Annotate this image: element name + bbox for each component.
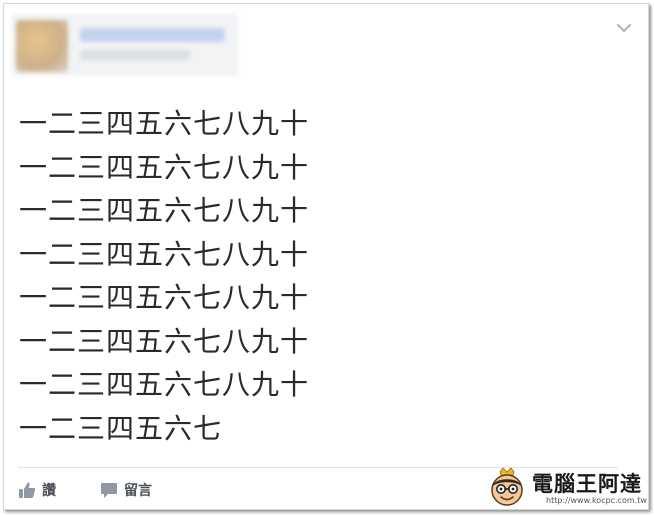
post-text-line: 一二三四五六七八九十: [19, 237, 310, 271]
post-text-line: 一二三四五六七八九十: [19, 368, 310, 401]
comment-bubble-icon: [100, 481, 118, 499]
avatar[interactable]: [16, 20, 68, 72]
like-button[interactable]: 讚: [18, 480, 56, 500]
post-header-blurred: [12, 14, 238, 76]
mascot-icon: [491, 467, 523, 506]
thumbs-up-icon: [18, 481, 36, 499]
post-text-line: 一二三四五六七八九十: [19, 281, 310, 314]
post-card: 一二三四五六七八九十 一二三四五六七八九十 一二三四五六七八九十 一二三四五六七…: [3, 3, 649, 510]
post-text-line: 一二三四五六七八九十: [19, 150, 310, 184]
post-text-line: 一二三四五六七八九十: [19, 194, 310, 227]
chevron-down-icon[interactable]: [614, 20, 634, 36]
action-bar: 讚 留言: [18, 476, 196, 504]
author-name[interactable]: [80, 28, 225, 42]
post-text-line: 一二三四五六七八九十: [19, 107, 310, 140]
post-text-line: 一二三四五六七八九十: [19, 324, 310, 358]
post-text: 一二三四五六七八九十 一二三四五六七八九十 一二三四五六七八九十 一二三四五六七…: [19, 102, 619, 450]
post-text-line: 一二三四五六七: [19, 411, 223, 445]
like-label: 讚: [42, 483, 56, 499]
post-meta: [80, 50, 190, 60]
watermark-url: http://www.kocpc.com.tw: [546, 496, 647, 505]
watermark-logo: 電腦王阿達 http://www.kocpc.com.tw: [486, 462, 647, 509]
comment-button[interactable]: 留言: [100, 480, 152, 500]
comment-label: 留言: [124, 483, 152, 499]
watermark-title: 電腦王阿達: [532, 472, 642, 496]
